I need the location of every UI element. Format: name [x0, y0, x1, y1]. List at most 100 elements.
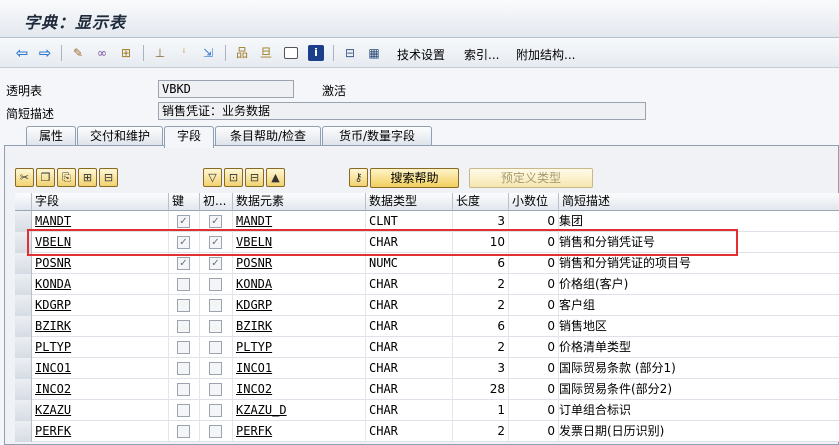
- column-header-init[interactable]: 初...: [200, 193, 233, 211]
- table-row[interactable]: BZIRK BZIRK CHAR 6 0 销售地区: [15, 316, 839, 337]
- row-selector[interactable]: [15, 421, 32, 442]
- table-row[interactable]: INCO2 INCO2 CHAR 28 0 国际贸易条件(部分2): [15, 379, 839, 400]
- table-row[interactable]: MANDT ✓ ✓ MANDT CLNT 3 0 集团: [15, 211, 839, 232]
- cut-icon[interactable]: ✂: [15, 168, 34, 187]
- column-header-short-desc[interactable]: 简短描述: [559, 193, 839, 211]
- column-header-length[interactable]: 长度: [453, 193, 509, 211]
- tree-icon[interactable]: 品: [234, 45, 250, 61]
- collapse-icon[interactable]: ⊟: [245, 168, 264, 187]
- key-checkbox[interactable]: ✓: [177, 257, 190, 270]
- key-checkbox[interactable]: [177, 404, 190, 417]
- tab-fields[interactable]: 字段: [164, 126, 214, 148]
- paste-icon[interactable]: ⎘: [57, 168, 76, 187]
- data-element-cell[interactable]: KDGRP: [233, 295, 366, 316]
- search-help-button[interactable]: 搜索帮助: [370, 168, 459, 188]
- column-header-data-type[interactable]: 数据类型: [366, 193, 453, 211]
- table-row[interactable]: POSNR ✓ ✓ POSNR NUMC 6 0 销售和分销凭证的项目号: [15, 253, 839, 274]
- table-icon[interactable]: ▦: [366, 45, 382, 61]
- key-checkbox[interactable]: [177, 383, 190, 396]
- field-name-cell[interactable]: MANDT: [32, 211, 169, 232]
- key-checkbox[interactable]: [177, 320, 190, 333]
- copy-icon[interactable]: ❐: [36, 168, 55, 187]
- init-checkbox[interactable]: [209, 299, 222, 312]
- display-glasses-icon[interactable]: ∞: [94, 45, 110, 61]
- field-name-cell[interactable]: PERFK: [32, 421, 169, 442]
- init-checkbox[interactable]: ✓: [209, 236, 222, 249]
- row-selector[interactable]: [15, 379, 32, 400]
- info-icon[interactable]: i: [308, 45, 324, 61]
- init-checkbox[interactable]: [209, 404, 222, 417]
- include-icon[interactable]: ▲: [266, 168, 285, 187]
- field-name-cell[interactable]: BZIRK: [32, 316, 169, 337]
- delete-row-icon[interactable]: ⊟: [99, 168, 118, 187]
- row-selector[interactable]: [15, 358, 32, 379]
- data-element-cell[interactable]: KZAZU_D: [233, 400, 366, 421]
- table-row[interactable]: PERFK PERFK CHAR 2 0 发票日期(日历识别): [15, 421, 839, 442]
- table-row[interactable]: VBELN ✓ ✓ VBELN CHAR 10 0 销售和分销凭证号: [15, 232, 839, 253]
- field-name-cell[interactable]: VBELN: [32, 232, 169, 253]
- key-checkbox[interactable]: [177, 299, 190, 312]
- data-element-cell[interactable]: POSNR: [233, 253, 366, 274]
- row-selector[interactable]: [15, 316, 32, 337]
- table-row[interactable]: KDGRP KDGRP CHAR 2 0 客户组: [15, 295, 839, 316]
- display-change-icon[interactable]: ✎: [70, 45, 86, 61]
- expand-icon[interactable]: ⊡: [224, 168, 243, 187]
- field-name-cell[interactable]: POSNR: [32, 253, 169, 274]
- column-header-data-element[interactable]: 数据元素: [233, 193, 366, 211]
- tab-delivery-maintenance[interactable]: 交付和维护: [77, 126, 163, 146]
- filter-icon[interactable]: ▽: [203, 168, 222, 187]
- tab-attributes[interactable]: 属性: [26, 126, 76, 146]
- field-name-cell[interactable]: INCO2: [32, 379, 169, 400]
- row-selector[interactable]: [15, 295, 32, 316]
- hierarchy-down-icon[interactable]: 旦: [258, 45, 274, 61]
- object-list-icon[interactable]: ⊞: [118, 45, 134, 61]
- row-selector[interactable]: [15, 274, 32, 295]
- key-icon[interactable]: ⚷: [349, 168, 368, 187]
- field-name-cell[interactable]: KDGRP: [32, 295, 169, 316]
- table-row[interactable]: PLTYP PLTYP CHAR 2 0 价格清单类型: [15, 337, 839, 358]
- layout-icon[interactable]: ⊟: [342, 45, 358, 61]
- table-name-field[interactable]: VBKD: [158, 80, 294, 98]
- hierarchy-icon[interactable]: ⊥: [152, 45, 168, 61]
- back-arrow-icon[interactable]: ⇦: [14, 45, 30, 61]
- append-structure-button[interactable]: 附加结构...: [516, 46, 575, 63]
- insert-row-icon[interactable]: ⊞: [78, 168, 97, 187]
- key-checkbox[interactable]: [177, 425, 190, 438]
- tab-currency-quantity[interactable]: 货币/数量字段: [322, 126, 432, 146]
- init-checkbox[interactable]: [209, 341, 222, 354]
- index-button[interactable]: 索引...: [464, 46, 499, 63]
- init-checkbox[interactable]: [209, 383, 222, 396]
- row-selector[interactable]: [15, 232, 32, 253]
- table-row[interactable]: KZAZU KZAZU_D CHAR 1 0 订单组合标识: [15, 400, 839, 421]
- data-element-cell[interactable]: INCO2: [233, 379, 366, 400]
- table-row[interactable]: KONDA KONDA CHAR 2 0 价格组(客户): [15, 274, 839, 295]
- init-checkbox[interactable]: [209, 278, 222, 291]
- row-selector[interactable]: [15, 337, 32, 358]
- field-name-cell[interactable]: KZAZU: [32, 400, 169, 421]
- tech-settings-button[interactable]: 技术设置: [397, 46, 445, 63]
- data-element-cell[interactable]: MANDT: [233, 211, 366, 232]
- data-element-cell[interactable]: PERFK: [233, 421, 366, 442]
- key-checkbox[interactable]: [177, 278, 190, 291]
- row-selector[interactable]: [15, 400, 32, 421]
- navigate-icon[interactable]: ⇲: [200, 45, 216, 61]
- column-header-key[interactable]: 键: [169, 193, 200, 211]
- table-row[interactable]: INCO1 INCO1 CHAR 3 0 国际贸易条款 (部分1): [15, 358, 839, 379]
- where-used-icon[interactable]: ⁱ: [176, 45, 192, 61]
- init-checkbox[interactable]: [209, 362, 222, 375]
- data-element-cell[interactable]: BZIRK: [233, 316, 366, 337]
- init-checkbox[interactable]: [209, 320, 222, 333]
- init-checkbox[interactable]: ✓: [209, 215, 222, 228]
- data-element-cell[interactable]: KONDA: [233, 274, 366, 295]
- tab-entry-help-check[interactable]: 条目帮助/检查: [215, 126, 321, 146]
- field-name-cell[interactable]: PLTYP: [32, 337, 169, 358]
- data-element-cell[interactable]: INCO1: [233, 358, 366, 379]
- key-checkbox[interactable]: [177, 341, 190, 354]
- window-icon[interactable]: [284, 47, 298, 59]
- key-checkbox[interactable]: ✓: [177, 236, 190, 249]
- field-name-cell[interactable]: INCO1: [32, 358, 169, 379]
- forward-arrow-icon[interactable]: ⇨: [37, 45, 53, 61]
- key-checkbox[interactable]: [177, 362, 190, 375]
- data-element-cell[interactable]: VBELN: [233, 232, 366, 253]
- init-checkbox[interactable]: [209, 425, 222, 438]
